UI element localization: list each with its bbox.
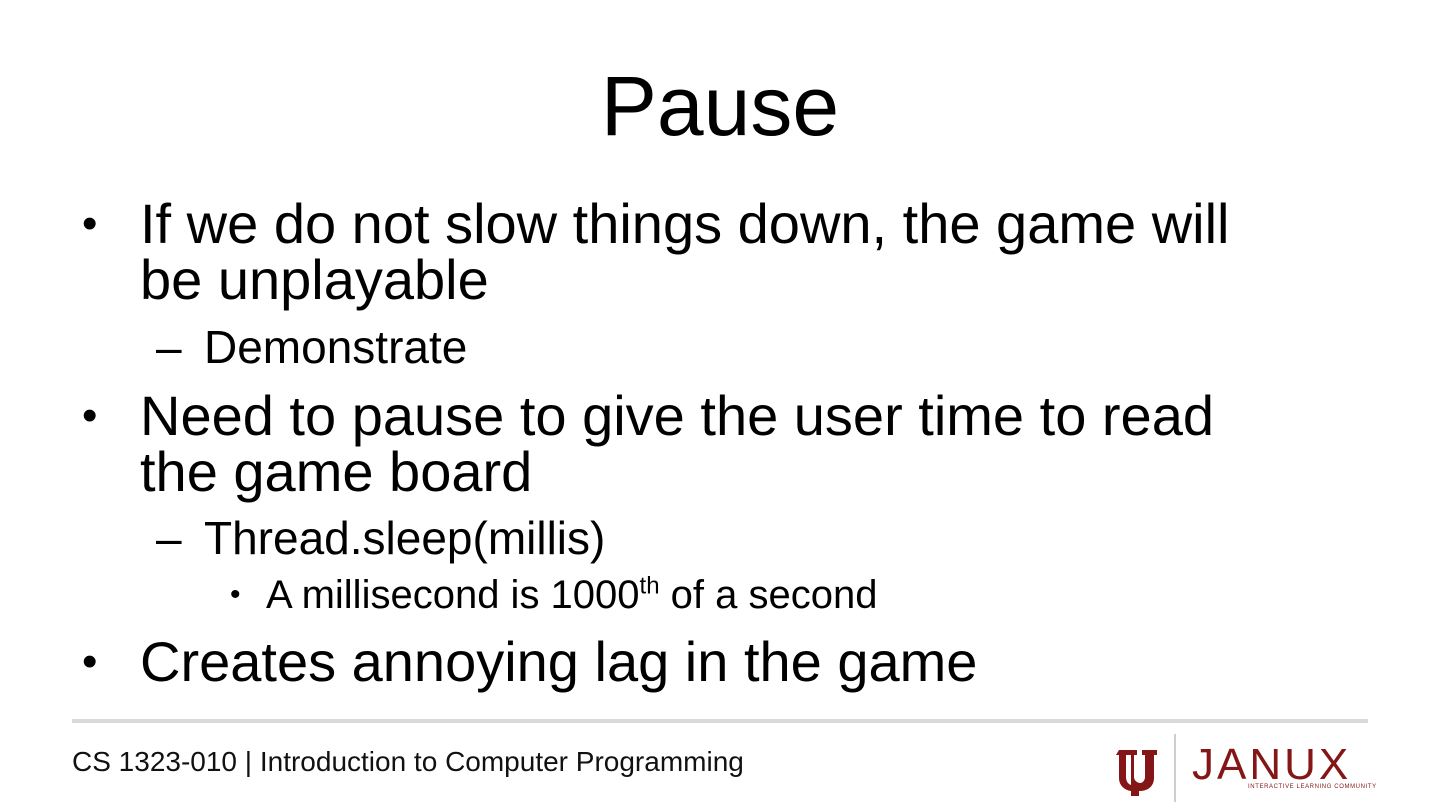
bullet-2-subsub-post: of a second (659, 573, 878, 617)
course-footer: CS 1323-010 | Introduction to Computer P… (72, 746, 744, 777)
sub-bullet-dash: – (156, 512, 182, 564)
bullet-2-subsub-pre: A millisecond is 1000 (266, 573, 640, 617)
janux-tagline: INTERACTIVE LEARNING COMMUNITY (1248, 784, 1377, 790)
janux-wordmark: JANUX (1192, 740, 1352, 789)
bullet-2: • Need to pause to give the user time to… (82, 384, 1340, 503)
bullet-3-line-1: Creates annoying lag in the game (140, 630, 978, 693)
bullet-dot-small: • (230, 578, 241, 611)
bullet-1-sub: – Demonstrate (156, 321, 468, 373)
bullet-2-sub-text: Thread.sleep(millis) (204, 512, 606, 564)
sub-bullet-dash: – (156, 321, 182, 373)
bullet-dot: • (82, 637, 98, 686)
bullet-1-line-2: be unplayable (140, 248, 489, 311)
bullet-1: • If we do not slow things down, the gam… (82, 192, 1340, 311)
bullet-2-sub: – Thread.sleep(millis) (156, 512, 606, 564)
bullet-1-line-1: If we do not slow things down, the game … (140, 192, 1230, 255)
slide-title: Pause (600, 59, 840, 153)
bullet-2-line-1: Need to pause to give the user time to r… (140, 384, 1214, 447)
bullet-3: • Creates annoying lag in the game (82, 630, 1340, 693)
janux-logo: JANUX INTERACTIVE LEARNING COMMUNITY (1112, 734, 1377, 802)
logo-divider (1174, 734, 1176, 802)
ordinal-superscript: th (639, 572, 660, 600)
bullet-2-subsub: • A millisecond is 1000th of a second (230, 572, 878, 617)
bullet-dot: • (82, 199, 98, 248)
footer-divider (72, 719, 1368, 723)
ou-logo-icon (1116, 746, 1160, 800)
bullet-2-line-2: the game board (140, 440, 533, 503)
bullet-1-sub-text: Demonstrate (204, 321, 468, 373)
bullet-dot: • (82, 391, 98, 440)
